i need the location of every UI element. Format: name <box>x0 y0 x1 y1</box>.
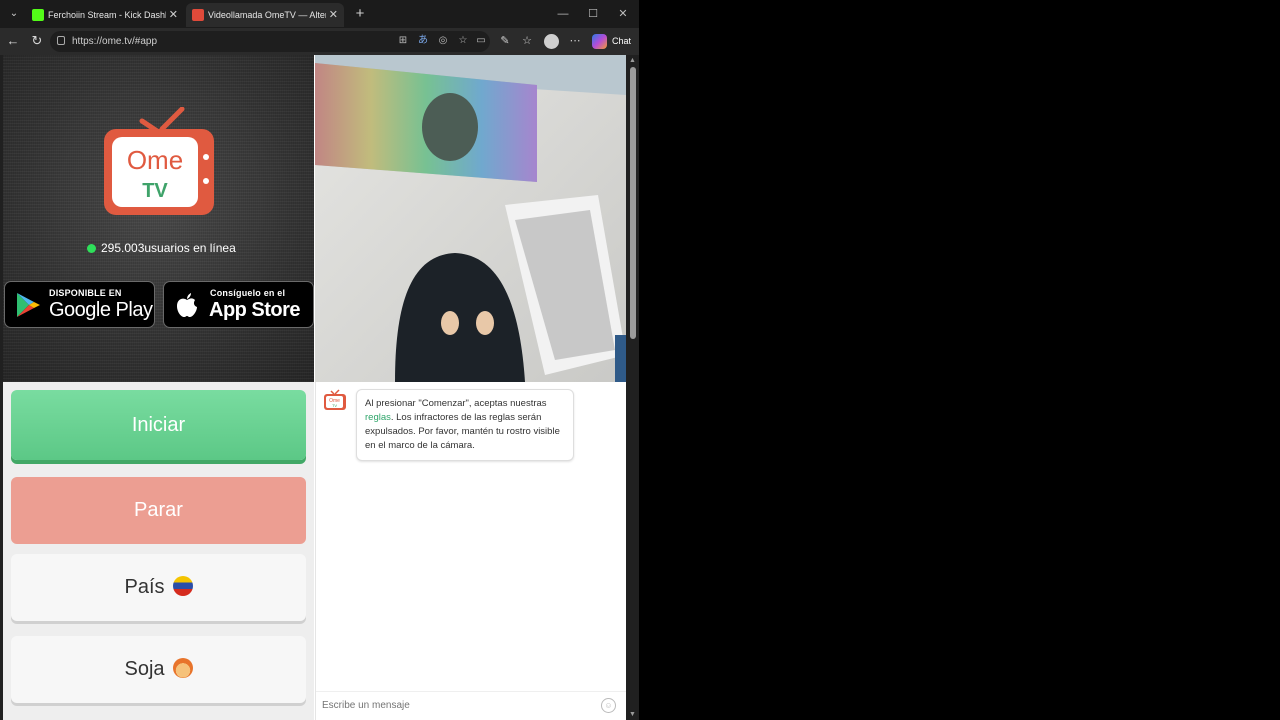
tab-title: Ferchoiin Stream - Kick Dashboard <box>48 10 166 20</box>
app-available-icon[interactable]: ⊞ <box>396 34 410 48</box>
refresh-icon[interactable]: ↻ <box>28 32 46 50</box>
webcam-video-feed <box>315 55 626 382</box>
app-store-big-text: App Store <box>209 299 301 321</box>
app-store-badge[interactable]: Consíguelo en el App Store <box>163 281 314 328</box>
message-input[interactable] <box>316 692 598 719</box>
online-users-counter: 295.003usuarios en línea <box>87 241 236 255</box>
page-viewport: Ome TV 295.003usuarios en línea DISPONIB… <box>3 55 626 720</box>
google-play-big-text: Google Play <box>49 299 153 321</box>
ometv-favicon-icon <box>192 9 204 21</box>
lock-icon <box>57 36 65 45</box>
extensions-icon[interactable]: ✎ <box>497 33 513 49</box>
close-tab-icon[interactable]: ✕ <box>169 3 178 27</box>
copilot-icon <box>592 34 607 49</box>
favorites-icon[interactable]: ☆ <box>519 33 535 49</box>
url-text: https://ome.tv/#app <box>72 36 158 47</box>
chat-label: Chat <box>612 36 632 46</box>
google-play-icon <box>17 293 40 317</box>
tab-actions-menu-icon[interactable]: ⌄ <box>6 6 22 22</box>
message-input-bar: ☺ <box>316 691 626 720</box>
tab-title: Videollamada OmeTV — Alternativa <box>208 10 326 20</box>
ometv-mini-logo: Ome TV <box>324 389 346 410</box>
controls-panel: Iniciar Parar País Soja <box>3 382 314 720</box>
chat-panel: Ome TV Al presionar "Comenzar", aceptas … <box>315 382 626 720</box>
tab-kick-dashboard[interactable]: Ferchoiin Stream - Kick Dashboard ✕ <box>26 3 184 27</box>
person-emoji-icon <box>172 658 193 678</box>
apple-icon <box>177 293 197 317</box>
close-tab-icon[interactable]: ✕ <box>329 3 338 27</box>
scroll-up-arrow-icon[interactable]: ▲ <box>629 57 636 64</box>
stop-button[interactable]: Parar <box>11 477 306 544</box>
favorite-star-icon[interactable]: ☆ <box>456 34 470 48</box>
app-store-small-text: Consíguelo en el <box>210 288 286 298</box>
address-bar[interactable]: https://ome.tv/#app ⊞ あ ◎ ☆ ▭ <box>50 31 490 52</box>
minimize-button[interactable]: — <box>548 0 578 28</box>
scroll-down-arrow-icon[interactable]: ▼ <box>629 711 636 718</box>
tracking-prevention-icon[interactable]: ◎ <box>436 34 450 48</box>
copilot-chat-button[interactable]: Chat <box>588 31 636 52</box>
start-button[interactable]: Iniciar <box>11 390 306 460</box>
camera-in-use-icon[interactable]: ▭ <box>474 34 488 48</box>
message-text-end: . Los infractores de las reglas serán ex… <box>365 412 560 451</box>
country-label: País <box>124 576 165 598</box>
country-filter-button[interactable]: País <box>11 554 306 621</box>
gender-filter-button[interactable]: Soja <box>11 636 306 703</box>
browser-window: ⌄ Ferchoiin Stream - Kick Dashboard ✕ Vi… <box>0 0 639 720</box>
tab-ometv[interactable]: Videollamada OmeTV — Alternativa ✕ <box>186 3 344 27</box>
page-scrollbar[interactable]: ▲ ▼ <box>627 55 639 720</box>
webcam-image <box>315 55 626 382</box>
browser-toolbar: ← ↻ https://ome.tv/#app ⊞ あ ◎ ☆ ▭ ✎ ☆ ⋯ … <box>0 28 639 55</box>
logo-text-tv: TV <box>142 180 168 202</box>
scrollbar-thumb[interactable] <box>630 67 636 339</box>
close-window-button[interactable]: ✕ <box>608 0 638 28</box>
rules-link[interactable]: reglas <box>365 412 391 423</box>
message-text-start: Al presionar "Comenzar", aceptas nuestra… <box>365 398 547 409</box>
new-tab-button[interactable]: + <box>352 4 368 24</box>
tab-bar: ⌄ Ferchoiin Stream - Kick Dashboard ✕ Vi… <box>0 0 639 28</box>
mini-logo-tv: TV <box>332 403 337 408</box>
venezuela-flag-icon <box>172 576 193 596</box>
online-status-dot <box>87 244 96 253</box>
more-options-icon[interactable]: ⋯ <box>567 33 583 49</box>
maximize-button[interactable]: ☐ <box>578 0 608 28</box>
logo-text-ome: Ome <box>127 145 183 175</box>
translate-icon[interactable]: あ <box>416 34 430 48</box>
google-play-small-text: DISPONIBLE EN <box>49 288 122 298</box>
system-message-bubble: Al presionar "Comenzar", aceptas nuestra… <box>356 389 574 461</box>
kick-favicon-icon <box>32 9 44 21</box>
ometv-logo: Ome TV <box>104 107 214 215</box>
gender-label: Soja <box>124 658 165 680</box>
static-noise-background <box>3 55 314 382</box>
hero-panel: Ome TV 295.003usuarios en línea DISPONIB… <box>3 55 314 382</box>
emoji-picker-icon[interactable]: ☺ <box>601 698 616 713</box>
back-arrow-icon[interactable]: ← <box>4 32 22 50</box>
google-play-badge[interactable]: DISPONIBLE EN Google Play <box>4 281 155 328</box>
online-users-text: 295.003usuarios en línea <box>101 241 236 255</box>
profile-avatar[interactable] <box>544 34 559 49</box>
